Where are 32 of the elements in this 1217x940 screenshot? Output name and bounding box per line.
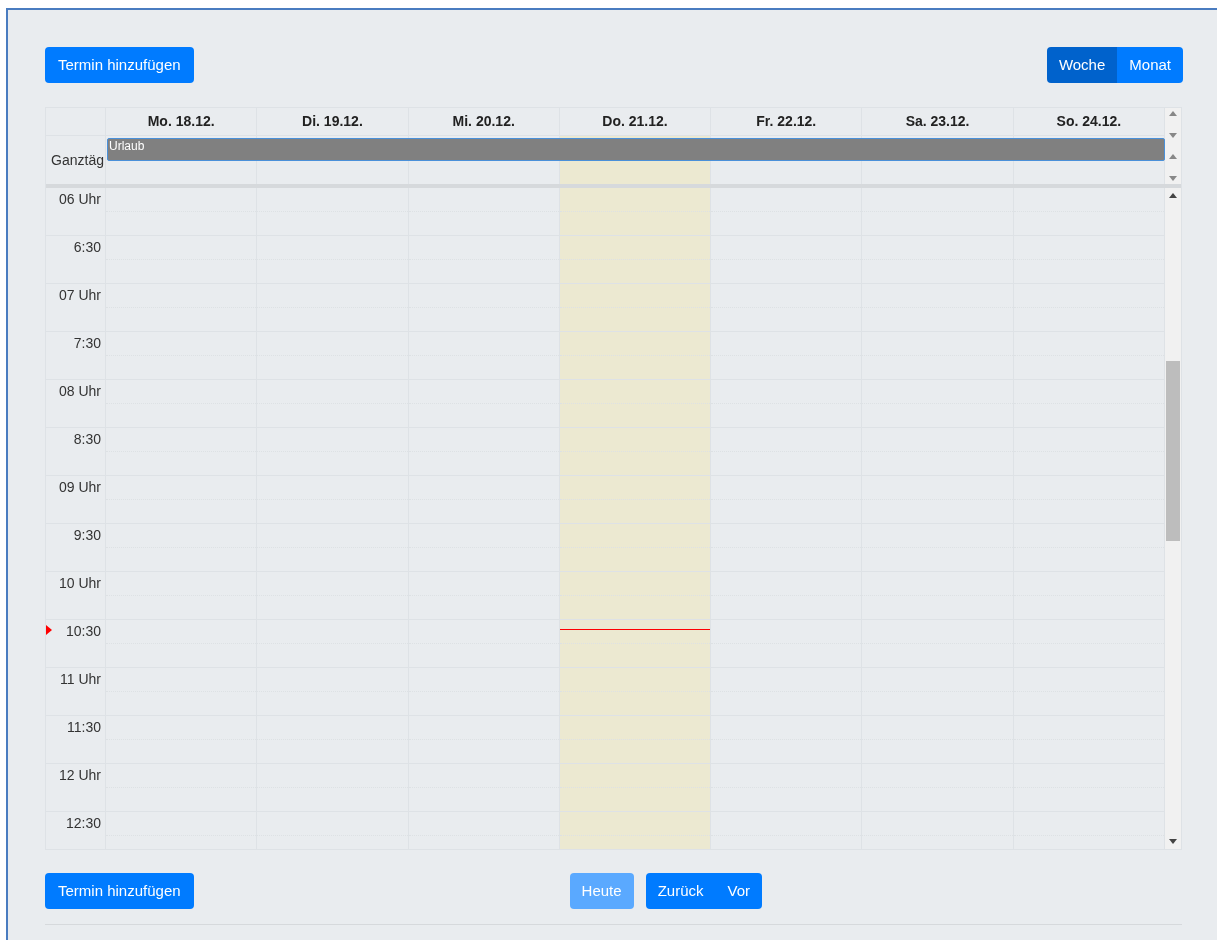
- time-label: 11:30: [67, 718, 101, 737]
- time-label: 9:30: [73, 526, 101, 545]
- all-day-label: Ganztäg: [51, 150, 104, 170]
- add-appointment-button[interactable]: Termin hinzufügen: [45, 47, 194, 83]
- time-label: 7:30: [73, 334, 101, 353]
- scroll-down-icon[interactable]: [1169, 839, 1177, 844]
- day-header: Fr. 22.12.: [711, 108, 863, 135]
- time-label: 12:30: [65, 814, 101, 833]
- nav-button[interactable]: Zurück: [645, 873, 716, 909]
- time-label: 11 Uhr: [60, 670, 101, 689]
- time-label: 10:30: [65, 622, 101, 641]
- day-header: Do. 21.12.: [559, 108, 712, 135]
- time-label: 6:30: [73, 238, 101, 257]
- vertical-scrollbar[interactable]: [1165, 188, 1181, 849]
- add-appointment-button[interactable]: Termin hinzufügen: [45, 873, 194, 909]
- all-day-event[interactable]: Urlaub: [107, 138, 1165, 161]
- view-tab[interactable]: Monat: [1117, 47, 1183, 83]
- time-label: 07 Uhr: [58, 286, 101, 305]
- time-label: 09 Uhr: [58, 478, 101, 497]
- day-header: Di. 19.12.: [257, 108, 409, 135]
- day-header: Mo. 18.12.: [106, 108, 258, 135]
- scroll-up-icon[interactable]: [1169, 193, 1177, 198]
- nav-button[interactable]: Vor: [715, 873, 762, 909]
- view-tab[interactable]: Woche: [1046, 47, 1118, 83]
- time-label: 08 Uhr: [58, 382, 101, 401]
- time-label: 06 Uhr: [58, 190, 101, 209]
- scrollbar-thumb[interactable]: [1166, 361, 1180, 541]
- day-header: Mi. 20.12.: [408, 108, 560, 135]
- day-header: Sa. 23.12.: [862, 108, 1014, 135]
- time-label: 8:30: [73, 430, 101, 449]
- time-label: 12 Uhr: [58, 766, 101, 785]
- time-label: 10 Uhr: [58, 574, 101, 593]
